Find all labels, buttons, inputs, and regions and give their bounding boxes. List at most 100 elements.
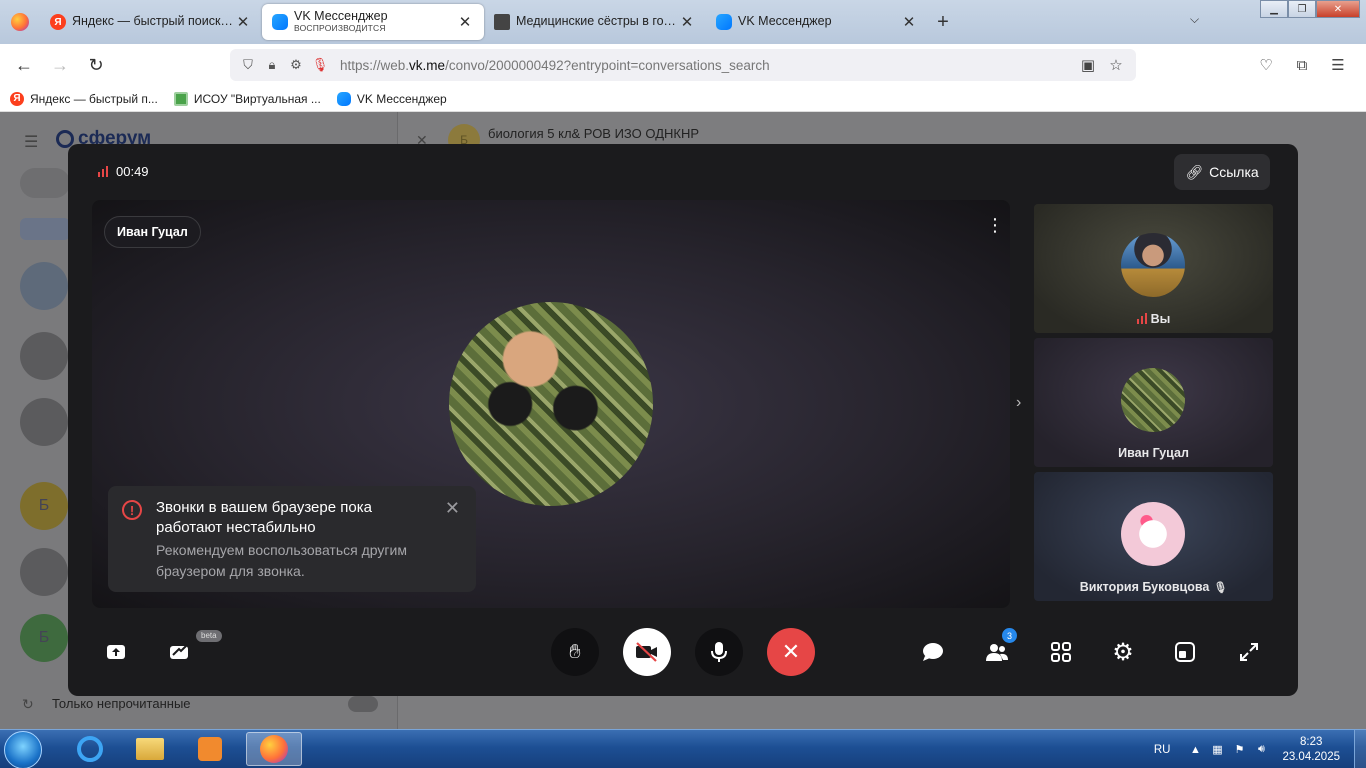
- close-tab-icon[interactable]: ✕: [678, 13, 696, 31]
- yandex-icon: Я: [50, 14, 66, 30]
- avatar[interactable]: [20, 548, 68, 596]
- forward-arrow-icon[interactable]: →: [42, 49, 78, 81]
- start-button[interactable]: [4, 731, 42, 768]
- raise-hand-button[interactable]: ✋︎: [551, 628, 599, 676]
- url-text[interactable]: https://web.vk.me/convo/2000000492?entry…: [340, 58, 770, 73]
- filter-all-chip[interactable]: [20, 218, 70, 240]
- action-center-icon[interactable]: ⚑: [1228, 743, 1250, 756]
- close-tab-icon[interactable]: ✕: [456, 13, 474, 31]
- maximize-button[interactable]: ❐: [1288, 0, 1316, 18]
- extensions-icon[interactable]: ⧉: [1284, 49, 1320, 81]
- tab-title: Яндекс — быстрый поиск в интернете: [72, 15, 234, 29]
- link-icon: 🔗︎: [1185, 163, 1204, 180]
- tab-yandex[interactable]: Я Яндекс — быстрый поиск в интернете ✕: [40, 4, 262, 40]
- participant-name: Вы: [1150, 312, 1171, 326]
- mic-muted-icon: 🎙︎: [1213, 581, 1228, 594]
- folder-icon: [136, 738, 164, 760]
- minimize-button[interactable]: ▁: [1260, 0, 1288, 18]
- windows-taskbar: RU ▲ ▦ ⚑ 🔊︎ 8:23 23.04.2025: [0, 729, 1366, 768]
- tab-vk-messenger[interactable]: VK Мессенджер ✕: [706, 4, 928, 40]
- volume-icon[interactable]: 🔊︎: [1250, 743, 1272, 756]
- participants-button[interactable]: 3: [977, 628, 1017, 672]
- taskbar-ie[interactable]: [62, 732, 118, 766]
- call-window: 00:49 🔗︎ Ссылка Иван Гуцал ⋮ ! Звонки в …: [68, 144, 1298, 696]
- bookmark-item[interactable]: ИСОУ "Виртуальная ...: [173, 91, 321, 106]
- share-screen-button[interactable]: [96, 632, 136, 672]
- participant-tile-viktoria[interactable]: Виктория Буковцова 🎙︎: [1034, 472, 1273, 601]
- chat-button[interactable]: [913, 632, 953, 672]
- permissions-icon[interactable]: ⚙︎: [284, 57, 308, 73]
- only-unread-toggle[interactable]: [348, 696, 378, 712]
- network-icon[interactable]: ▦: [1206, 743, 1228, 756]
- tab-title: VK Мессенджер: [294, 10, 388, 24]
- copy-link-button[interactable]: 🔗︎ Ссылка: [1174, 154, 1270, 190]
- hand-icon: ✋︎: [569, 640, 581, 663]
- bookmark-item[interactable]: VK Мессенджер: [336, 91, 447, 106]
- language-indicator[interactable]: RU: [1154, 744, 1171, 756]
- reload-icon[interactable]: ↻: [78, 49, 114, 81]
- effects-button[interactable]: [160, 632, 200, 672]
- avatar[interactable]: Б: [20, 482, 68, 530]
- participant-tile-ivan[interactable]: Иван Гуцал: [1034, 338, 1273, 467]
- participant-tile-you[interactable]: Вы: [1034, 204, 1273, 333]
- fullscreen-button[interactable]: [1229, 632, 1269, 672]
- search-box[interactable]: [20, 168, 70, 198]
- close-tab-icon[interactable]: ✕: [234, 13, 252, 31]
- main-participant-name: Иван Гуцал: [104, 216, 201, 248]
- expand-icon: [1240, 643, 1258, 661]
- menu-icon[interactable]: ☰: [24, 132, 38, 152]
- shield-icon[interactable]: ⛉: [236, 57, 260, 73]
- close-toast-icon[interactable]: ✕: [445, 498, 460, 519]
- hamburger-menu-icon[interactable]: ☰: [1320, 49, 1356, 81]
- microphone-icon[interactable]: 🎙︎: [308, 57, 332, 73]
- tab-vk-messenger-active[interactable]: VK Мессенджер ВОСПРОИЗВОДИТСЯ ✕: [262, 4, 484, 40]
- microphone-button[interactable]: [695, 628, 743, 676]
- window-close-button[interactable]: ✕: [1316, 0, 1360, 18]
- picture-in-picture-button[interactable]: [1165, 632, 1205, 672]
- taskbar-firefox[interactable]: [246, 732, 302, 766]
- avatar[interactable]: Б: [20, 614, 68, 662]
- tab-pdf[interactable]: Медицинские сёстры в годы Великой ✕: [484, 4, 706, 40]
- browser-tab-strip: Я Яндекс — быстрый поиск в интернете ✕ V…: [0, 0, 1366, 44]
- toast-body: Рекомендуем воспользоваться другим брауз…: [156, 542, 407, 579]
- grid-layout-button[interactable]: [1041, 632, 1081, 672]
- camera-toggle-button[interactable]: [623, 628, 671, 676]
- avatar[interactable]: [20, 332, 68, 380]
- firefox-icon: [11, 13, 29, 31]
- avatar: [1121, 368, 1185, 432]
- settings-button[interactable]: ⚙︎: [1103, 632, 1143, 672]
- show-desktop-button[interactable]: [1354, 730, 1366, 768]
- clock[interactable]: 8:23 23.04.2025: [1282, 735, 1340, 765]
- avatar[interactable]: [20, 262, 68, 310]
- lock-icon[interactable]: 🔒︎: [260, 57, 284, 73]
- taskbar-explorer[interactable]: [122, 732, 178, 766]
- microphone-icon: [711, 642, 727, 662]
- pocket-icon[interactable]: ♡: [1248, 49, 1284, 81]
- show-hidden-icons-icon[interactable]: ▲: [1184, 744, 1206, 756]
- pdf-icon: [494, 14, 510, 30]
- bookmark-star-icon[interactable]: ☆: [1102, 56, 1130, 74]
- bookmark-item[interactable]: Я Яндекс — быстрый п...: [10, 91, 158, 106]
- end-call-button[interactable]: ✕: [767, 628, 815, 676]
- avatar[interactable]: [20, 398, 68, 446]
- new-tab-button[interactable]: +: [928, 4, 958, 40]
- close-tab-icon[interactable]: ✕: [900, 13, 918, 31]
- warning-icon: !: [122, 500, 142, 520]
- firefox-menu-button[interactable]: [0, 0, 40, 44]
- chat-bubble-icon: [923, 643, 943, 661]
- vk-icon: [336, 91, 351, 106]
- back-arrow-icon[interactable]: ←: [6, 49, 42, 81]
- gear-icon: ⚙︎: [1112, 638, 1134, 666]
- toast-title: Звонки в вашем браузере пока работают не…: [156, 499, 372, 536]
- reader-view-icon[interactable]: ▣: [1074, 56, 1102, 74]
- grid-icon: [1051, 642, 1071, 662]
- call-timer: 00:49: [98, 164, 149, 179]
- address-bar[interactable]: ⛉ 🔒︎ ⚙︎ 🎙︎ https://web.vk.me/convo/20000…: [230, 49, 1136, 81]
- tab-list-chevron-icon[interactable]: ⌵: [1190, 12, 1199, 27]
- more-vertical-icon[interactable]: ⋮: [986, 216, 1004, 234]
- effects-icon: [170, 644, 188, 659]
- chevron-right-icon[interactable]: ›: [1016, 394, 1021, 412]
- navigation-bar: ← → ↻ ⛉ 🔒︎ ⚙︎ 🎙︎ https://web.vk.me/convo…: [0, 44, 1366, 86]
- isou-icon: [173, 91, 188, 106]
- taskbar-media-player[interactable]: [182, 732, 238, 766]
